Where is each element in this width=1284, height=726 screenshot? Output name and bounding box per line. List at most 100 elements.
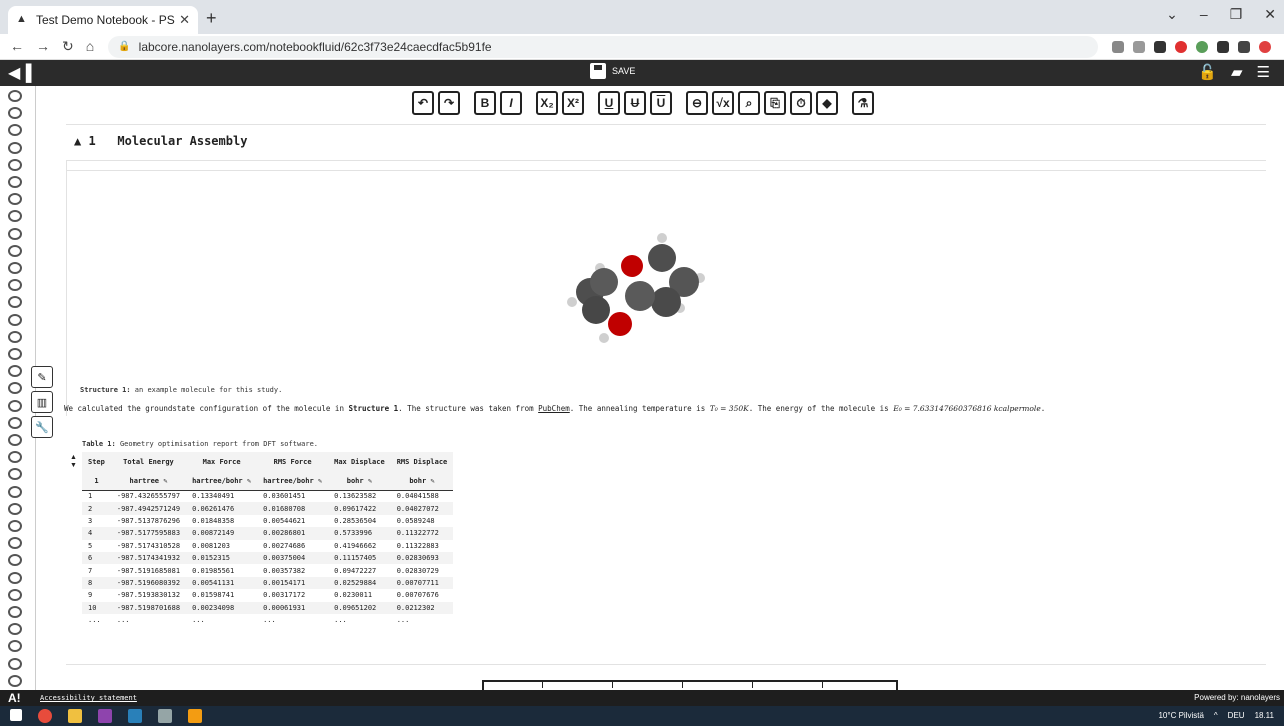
chart-icon[interactable]: ▥: [31, 391, 53, 413]
table-row[interactable]: 9 -987.5193830132 0.01598741 0.00317172 0.02…: [82, 589, 453, 601]
tab-search-icon[interactable]: ⌄: [1166, 6, 1178, 23]
profile-avatar[interactable]: [1259, 40, 1272, 53]
subscript-button[interactable]: X₂: [536, 91, 558, 115]
table-row[interactable]: 3 -987.5137876296 0.01848358 0.00544621 0.28…: [82, 515, 453, 527]
table-row[interactable]: 7 -987.5191685081 0.01985561 0.00357382 0.09…: [82, 564, 453, 576]
timer-button[interactable]: ⏱: [790, 91, 812, 115]
minimize-icon[interactable]: –: [1200, 6, 1208, 23]
keyboard-language[interactable]: DEU: [1228, 711, 1245, 720]
start-icon[interactable]: [10, 709, 22, 721]
table-row[interactable]: 6 -987.5174341932 0.0152315 0.00375004 0.111…: [82, 551, 454, 565]
redo-button[interactable]: ↷: [438, 91, 460, 115]
table-cell: 0.09617422: [328, 502, 391, 515]
toggle-sidebar-icon[interactable]: ◀▐: [8, 63, 32, 83]
extension-icon[interactable]: [1154, 40, 1167, 53]
wrench-icon[interactable]: 🔧: [31, 416, 53, 438]
app-icon[interactable]: [188, 709, 202, 723]
visual-studio-icon[interactable]: [98, 709, 112, 723]
table-cell: ...: [263, 616, 276, 625]
home-icon[interactable]: ⌂: [86, 38, 94, 55]
column-header[interactable]: RMS Force: [257, 452, 328, 472]
close-tab-icon[interactable]: ✕: [179, 12, 190, 28]
column-unit[interactable]: hartree/bohr ✎: [186, 472, 257, 490]
maximize-icon[interactable]: ❐: [1230, 6, 1243, 23]
tag-button[interactable]: ⌕: [738, 91, 760, 115]
column-unit[interactable]: hartree/bohr ✎: [257, 472, 328, 490]
paragraph[interactable]: We calculated the groundstate configurat…: [64, 404, 1045, 413]
sort-arrows-icon[interactable]: ▲ ▼: [70, 454, 77, 470]
accessibility-statement-link[interactable]: Accessibility statement: [40, 694, 137, 702]
flask-button[interactable]: ⚗: [852, 91, 874, 115]
table-cell: -987.5196080392: [110, 576, 187, 590]
table-cell: 0.00154171: [257, 576, 329, 590]
bookmark-star-icon[interactable]: [1133, 40, 1146, 53]
column-header[interactable]: Total Energy: [111, 452, 186, 472]
table-row[interactable]: 5 -987.5174310528 0.0081203 0.00274686 0.419…: [82, 540, 453, 552]
column-unit[interactable]: bohr ✎: [328, 472, 391, 490]
forward-icon[interactable]: →: [36, 38, 50, 55]
table-row[interactable]: 1 -987.4326555797 0.13340491 0.03601451 0.13…: [82, 490, 453, 502]
powered-by[interactable]: Powered by: nanolayers: [1194, 693, 1280, 702]
edit-pencil-icon[interactable]: ✎: [31, 366, 53, 388]
pubchem-link[interactable]: PubChem: [538, 404, 570, 413]
app-icon[interactable]: [128, 709, 142, 723]
overline-button[interactable]: U: [650, 91, 672, 115]
undo-button[interactable]: ↶: [412, 91, 434, 115]
paragraph-text: . The energy of the molecule is: [748, 404, 894, 413]
column-unit[interactable]: hartree ✎: [111, 472, 186, 490]
puzzle-icon[interactable]: [1217, 40, 1230, 53]
column-unit[interactable]: bohr ✎: [391, 472, 454, 490]
app-icon[interactable]: [158, 709, 172, 723]
link-button[interactable]: ⊖: [686, 91, 708, 115]
italic-button[interactable]: I: [500, 91, 522, 115]
copy-button[interactable]: ⎘: [764, 91, 786, 115]
close-window-icon[interactable]: ✕: [1264, 6, 1276, 23]
table-cell: 4: [82, 527, 111, 540]
binder-ring-icon: [8, 158, 22, 171]
column-header[interactable]: RMS Displace: [391, 452, 454, 472]
bold-button[interactable]: B: [474, 91, 496, 115]
table-cell: 0.11157405: [328, 551, 391, 565]
database-icon[interactable]: ☰: [1257, 63, 1270, 81]
binder-ring-icon: [8, 279, 22, 292]
strikethrough-button[interactable]: U: [624, 91, 646, 115]
back-icon[interactable]: ←: [10, 38, 24, 55]
extension-icon[interactable]: [1196, 40, 1209, 53]
collapse-icon[interactable]: ▲: [74, 134, 81, 148]
file-explorer-icon[interactable]: [68, 709, 82, 723]
structure-reference[interactable]: Structure 1: [348, 404, 398, 413]
underline-button[interactable]: U: [598, 91, 620, 115]
table-cell: 1: [88, 492, 93, 501]
unlock-icon[interactable]: 🔓: [1198, 63, 1217, 81]
tray-arrow-icon[interactable]: ^: [1214, 711, 1218, 720]
equation-button[interactable]: √x: [712, 91, 734, 115]
chrome-icon[interactable]: [38, 709, 52, 723]
clock[interactable]: 18.11: [1255, 711, 1274, 720]
app-footer: A! Accessibility statement Powered by: n…: [0, 690, 1284, 706]
table-row[interactable]: 4 -987.5177595883 0.00872149 0.00286801 0.57…: [82, 527, 454, 540]
superscript-button[interactable]: X²: [562, 91, 584, 115]
section-heading[interactable]: ▲ 1 Molecular Assembly: [74, 134, 247, 148]
table-row[interactable]: 8 -987.5196080392 0.00541131 0.00154171 0.02…: [82, 576, 454, 590]
weather[interactable]: 10°C Pilvistä: [1158, 711, 1203, 720]
column-header[interactable]: Step: [82, 452, 111, 472]
save-button[interactable]: SAVE: [590, 63, 635, 79]
table-row[interactable]: 2 -987.4942571249 0.06261476 0.01680708 0.09…: [82, 502, 454, 515]
cube-button[interactable]: ◆: [816, 91, 838, 115]
table-units-row: 1 hartree ✎ hartree/bohr ✎ hartree/bohr ✎ bo…: [82, 472, 454, 490]
column-header[interactable]: Max Displace: [328, 452, 391, 472]
share-icon[interactable]: [1112, 40, 1125, 53]
new-tab-button[interactable]: +: [206, 8, 217, 29]
adblock-icon[interactable]: [1175, 40, 1188, 53]
url-field[interactable]: 🔒 labcore.nanolayers.com/notebookfluid/6…: [108, 35, 1099, 58]
column-header[interactable]: Max Force: [186, 452, 257, 472]
table-row[interactable]: 10 -987.5198701688 0.00234098 0.00061931 0.0…: [82, 601, 454, 614]
browser-tab[interactable]: ▲ Test Demo Notebook - PS ✕: [8, 6, 198, 34]
table-row[interactable]: ..................: [82, 614, 453, 626]
molecule-3d-viewer[interactable]: [560, 230, 720, 350]
column-unit[interactable]: 1: [82, 472, 111, 490]
sidepanel-icon[interactable]: [1238, 40, 1251, 53]
reload-icon[interactable]: ↻: [62, 38, 74, 55]
notebook-icon[interactable]: ▰: [1231, 63, 1243, 81]
binder-ring-icon: [8, 674, 22, 687]
